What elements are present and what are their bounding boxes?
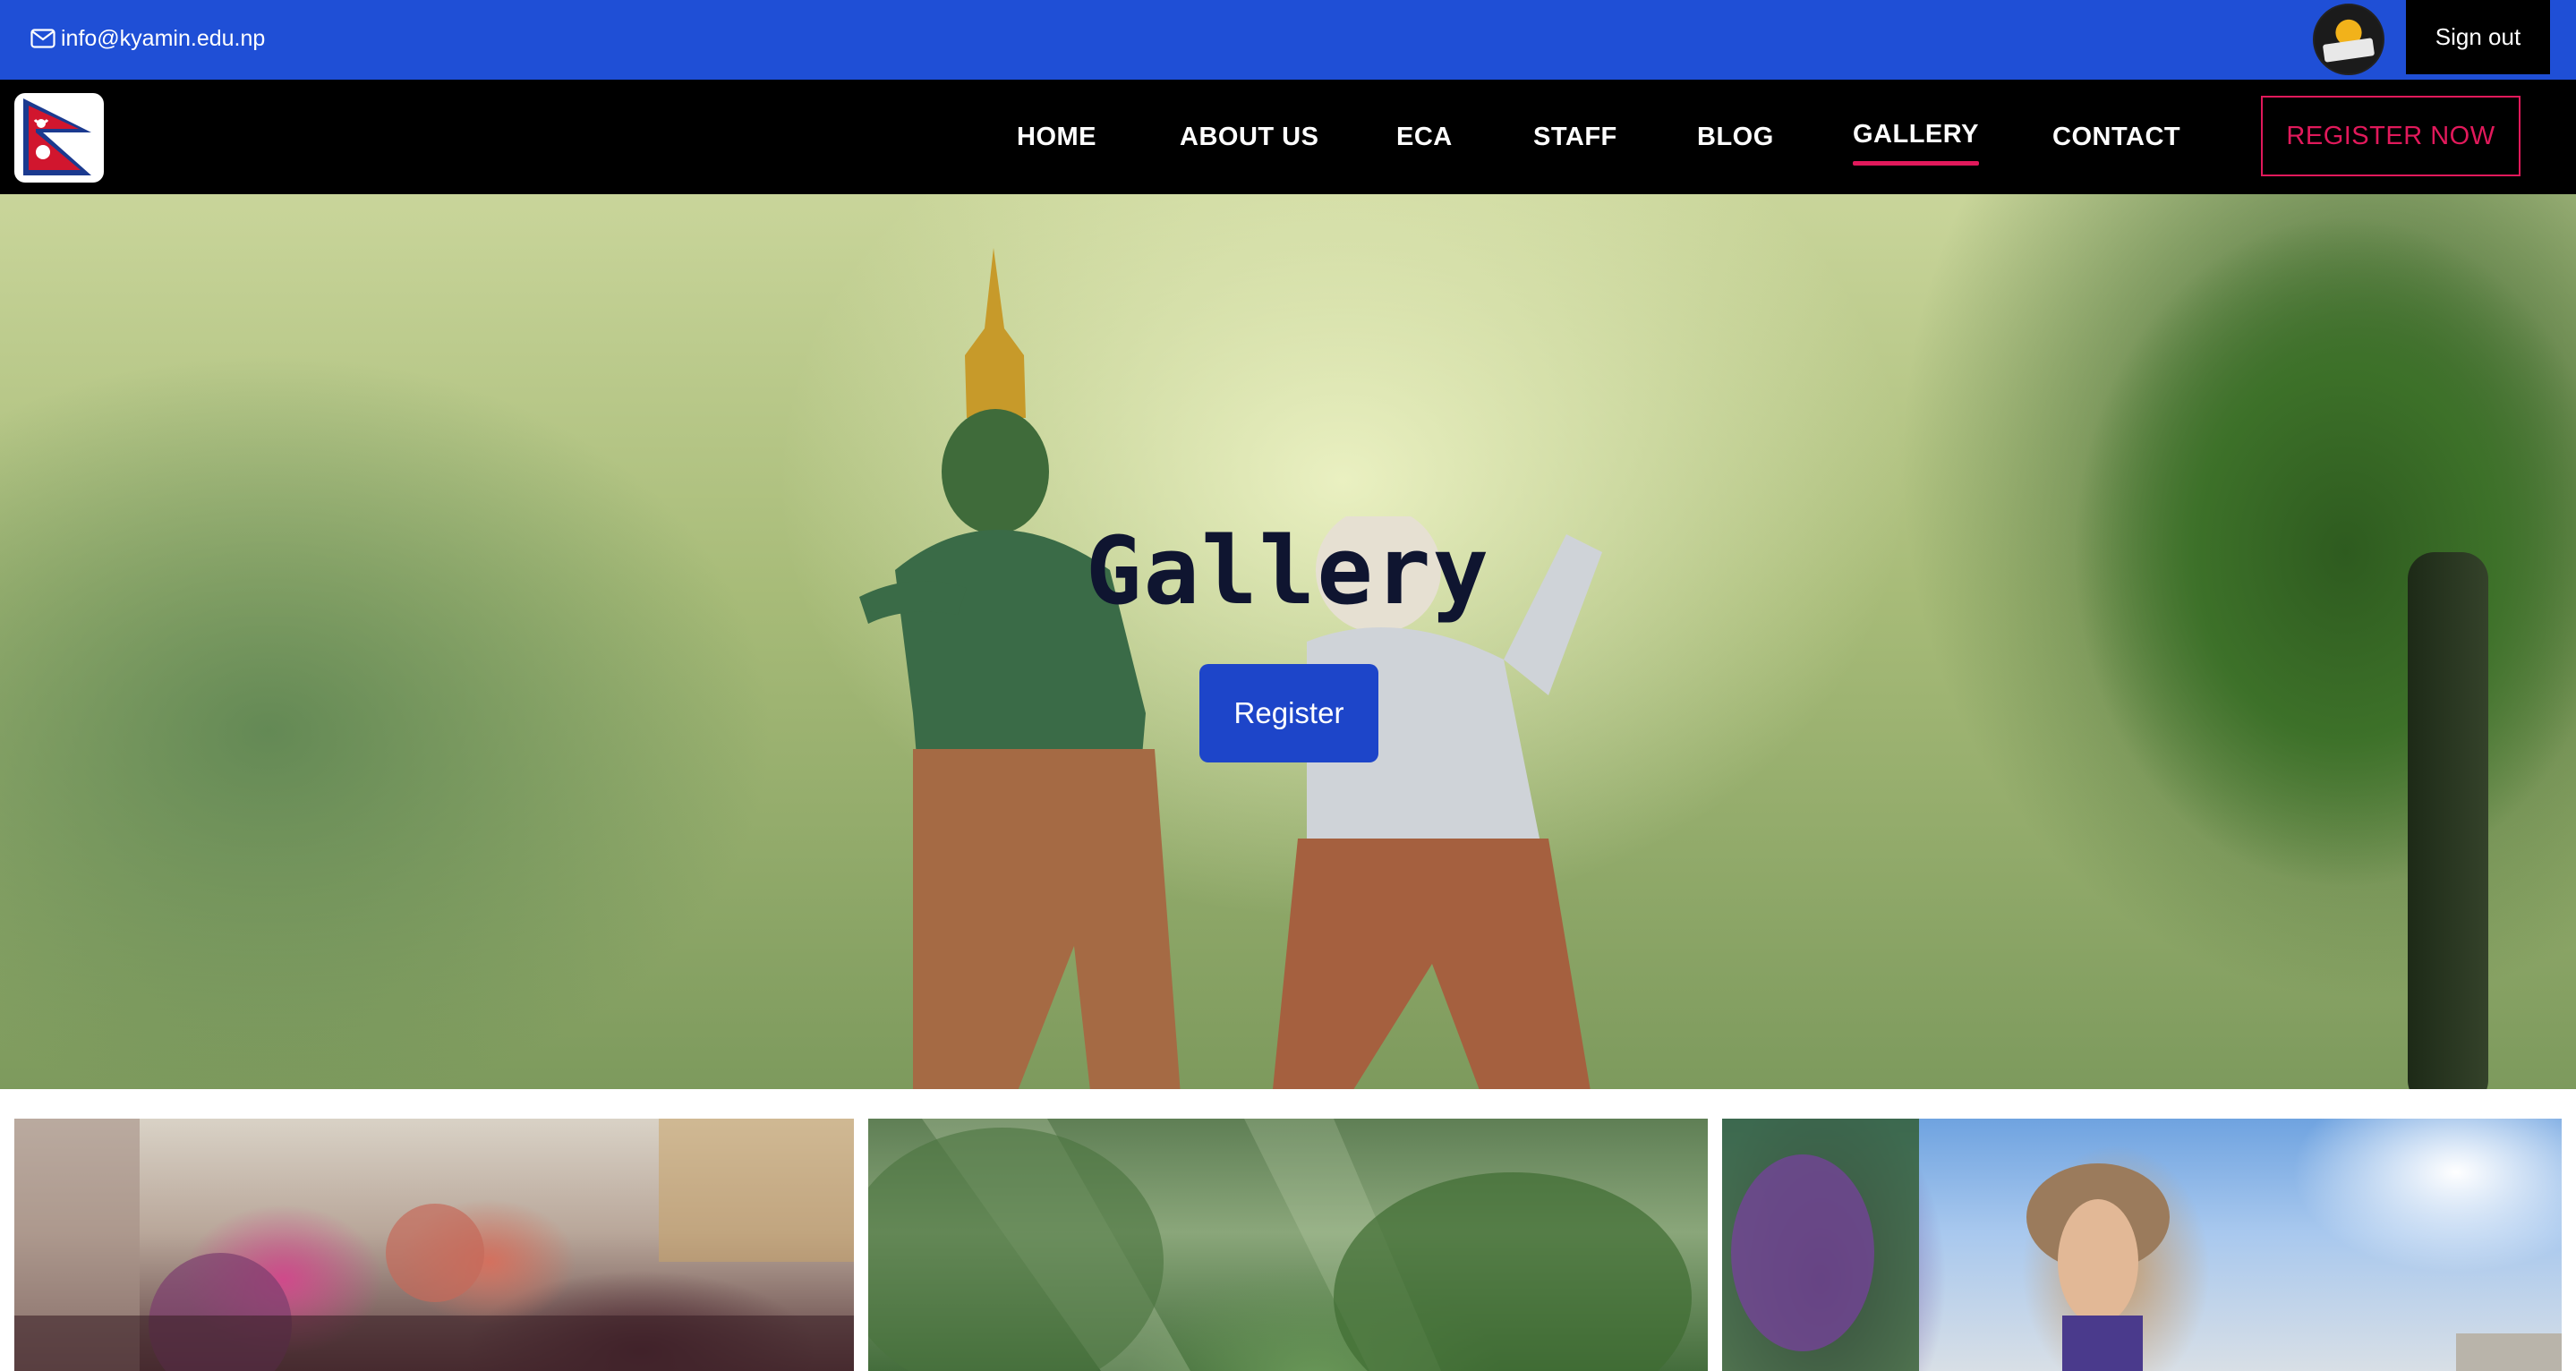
gallery-grid [0,1119,2576,1371]
nav-staff[interactable]: STAFF [1533,123,1617,152]
nav-blog[interactable]: BLOG [1697,123,1774,152]
nav-home[interactable]: HOME [1017,123,1096,152]
nav-links: HOME ABOUT US ECA STAFF BLOG GALLERY CON… [0,80,2576,194]
gallery-image-forest[interactable] [868,1119,1708,1371]
avatar-logo-band [2322,38,2376,63]
mail-icon [30,29,55,48]
street-parade-photo [1722,1119,2562,1371]
top-info-bar: info@kyamin.edu.np Sign out [0,0,2576,80]
hero-banner: Gallery Register [0,194,2576,1089]
avatar[interactable] [2313,4,2384,75]
nav-about-us[interactable]: ABOUT US [1180,123,1318,152]
contact-email-text: info@kyamin.edu.np [61,25,266,51]
main-navbar: HOME ABOUT US ECA STAFF BLOG GALLERY CON… [0,80,2576,194]
hero-title: Gallery [1085,516,1491,626]
forest-photo [868,1119,1692,1371]
hero-tree-trunk [2408,552,2488,1089]
gallery-image-parade[interactable] [1722,1119,2562,1371]
gallery-image-festival[interactable] [14,1119,854,1371]
hero-register-button[interactable]: Register [1199,664,1378,762]
sign-out-button[interactable]: Sign out [2406,0,2550,74]
nav-gallery[interactable]: GALLERY [1853,120,1979,166]
register-now-button[interactable]: REGISTER NOW [2261,96,2521,176]
festival-color-photo [14,1119,854,1371]
nav-contact[interactable]: CONTACT [2052,123,2180,152]
contact-email[interactable]: info@kyamin.edu.np [30,23,265,54]
nav-eca[interactable]: ECA [1396,123,1453,152]
